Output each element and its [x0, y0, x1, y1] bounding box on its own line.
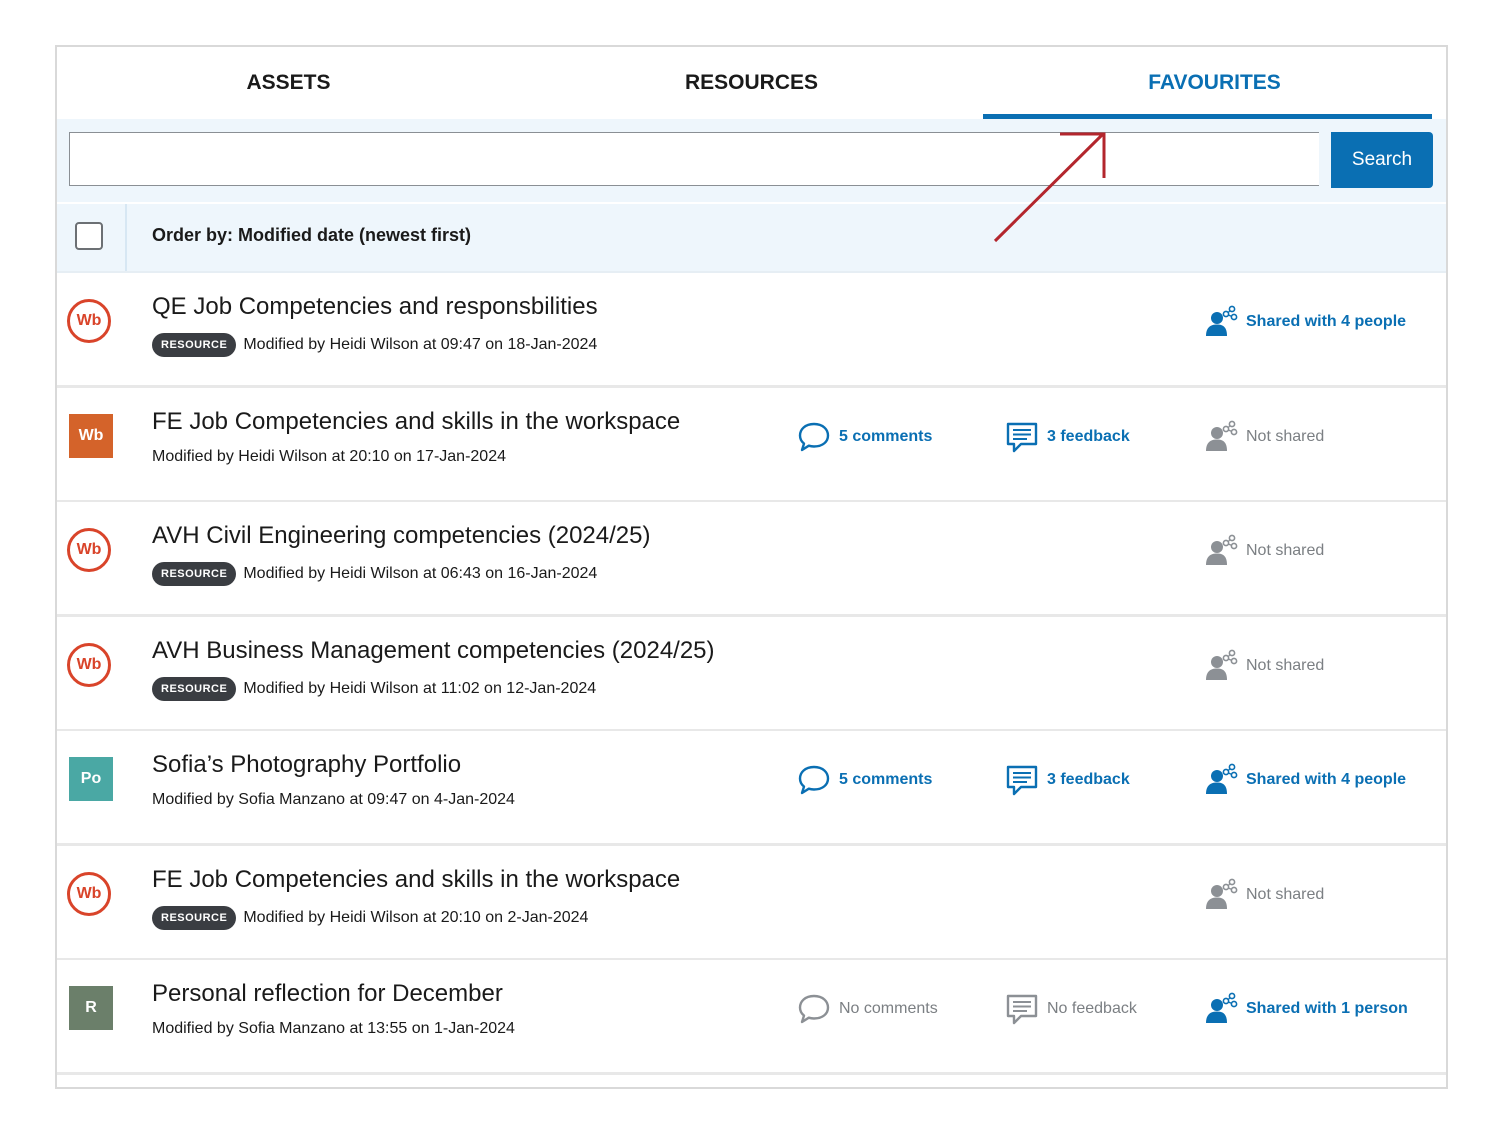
modified-text: Modified by Heidi Wilson at 06:43 on 16-… [243, 565, 598, 582]
item-title-link[interactable]: Sofia’s Photography Portfolio [152, 751, 461, 779]
divider [125, 204, 127, 271]
item-thumbnail: R [69, 986, 113, 1030]
feedback-icon [1006, 422, 1038, 452]
resource-badge: RESOURCE [152, 333, 237, 357]
item-title-link[interactable]: FE Job Competencies and skills in the wo… [152, 866, 680, 894]
item-thumbnail: Wb [67, 871, 111, 916]
share-status-link[interactable]: Not shared [1202, 534, 1324, 568]
list-item[interactable]: Wb QE Job Competencies and responsbilitie… [57, 273, 1446, 388]
order-by-label[interactable]: Order by: Modified date (newest first) [152, 225, 471, 246]
modified-text: Modified by Sofia Manzano at 09:47 on 4-… [152, 791, 515, 808]
share-status-label: Not shared [1246, 427, 1325, 445]
resource-badge: RESOURCE [152, 562, 237, 586]
tab-favourites[interactable]: FAVOURITES [983, 47, 1446, 119]
list-item[interactable]: Wb FE Job Competencies and skills in the … [57, 387, 1446, 503]
share-status-icon [1206, 534, 1238, 565]
select-all-checkbox[interactable] [75, 222, 103, 250]
tab-bar: ASSETS RESOURCES FAVOURITES [57, 47, 1446, 119]
feedback-link[interactable]: 3 feedback [1005, 763, 1130, 797]
comments-icon [798, 994, 830, 1024]
item-meta: Modified by Sofia Manzano at 13:55 on 1-… [152, 1020, 515, 1038]
share-status-link[interactable]: Not shared [1202, 649, 1324, 683]
item-thumbnail: Wb [67, 528, 111, 572]
share-status-icon [1206, 305, 1238, 336]
comments-link[interactable]: No comments [797, 992, 938, 1026]
share-status-label: Shared with 4 people [1246, 313, 1407, 330]
resource-badge: RESOURCE [152, 676, 237, 701]
share-status-link[interactable]: Not shared [1202, 878, 1324, 912]
share-status-link[interactable]: Shared with 4 people [1202, 763, 1406, 797]
feedback-icon [1006, 765, 1038, 796]
resource-badge: RESOURCE [152, 905, 237, 930]
item-thumbnail: Po [69, 757, 113, 801]
comments-label: 5 comments [839, 771, 933, 788]
feedback-label: 3 feedback [1047, 771, 1130, 788]
item-meta: RESOURCE Modified by Heidi Wilson at 20:1… [152, 905, 589, 930]
share-status-label: Not shared [1246, 656, 1325, 674]
item-title-link[interactable]: QE Job Competencies and responsbilities [152, 293, 598, 321]
share-status-label: Shared with 4 people [1246, 771, 1407, 788]
item-title-link[interactable]: FE Job Competencies and skills in the wo… [152, 408, 680, 436]
share-status-icon [1206, 992, 1238, 1023]
item-thumbnail: Wb [69, 413, 113, 458]
item-meta: RESOURCE Modified by Heidi Wilson at 11:0… [152, 676, 597, 701]
order-row: Order by: Modified date (newest first) [57, 204, 1446, 273]
item-meta: RESOURCE Modified by Heidi Wilson at 09:4… [152, 333, 597, 357]
share-status-label: Not shared [1246, 885, 1325, 903]
tab-assets[interactable]: ASSETS [57, 47, 520, 119]
share-status-icon [1206, 649, 1238, 680]
item-thumbnail: Wb [67, 642, 111, 687]
comments-icon [798, 765, 830, 795]
search-input[interactable] [69, 132, 1319, 186]
feedback-link[interactable]: No feedback [1005, 992, 1137, 1026]
list-item[interactable]: Wb FE Job Competencies and skills in the … [57, 845, 1446, 961]
item-thumbnail: Wb [67, 299, 111, 343]
item-title-link[interactable]: Personal reflection for December [152, 980, 503, 1008]
comments-icon [798, 422, 830, 451]
modified-text: Modified by Sofia Manzano at 13:55 on 1-… [152, 1020, 515, 1037]
modified-text: Modified by Heidi Wilson at 20:10 on 17-… [152, 447, 506, 465]
favourites-panel: ASSETS RESOURCES FAVOURITES Search Order… [55, 45, 1448, 1089]
share-status-icon [1206, 878, 1238, 909]
modified-text: Modified by Heidi Wilson at 20:10 on 2-J… [243, 908, 589, 926]
list-item[interactable]: Wb AVH Business Management competencies (… [57, 616, 1446, 732]
search-button[interactable]: Search [1331, 132, 1433, 188]
share-status-label: Not shared [1246, 542, 1325, 559]
modified-text: Modified by Heidi Wilson at 11:02 on 12-… [243, 679, 597, 697]
list-item[interactable]: Wb AVH Civil Engineering competencies (20… [57, 502, 1446, 617]
comments-label: No comments [839, 1000, 938, 1017]
item-title-link[interactable]: AVH Business Management competencies (20… [152, 637, 715, 665]
share-status-icon [1206, 420, 1238, 451]
share-status-label: Shared with 1 person [1246, 1000, 1408, 1017]
tab-resources[interactable]: RESOURCES [520, 47, 983, 119]
share-status-link[interactable]: Not shared [1202, 420, 1324, 454]
share-status-link[interactable]: Shared with 1 person [1202, 992, 1408, 1026]
item-meta: RESOURCE Modified by Heidi Wilson at 06:4… [152, 562, 597, 586]
share-status-link[interactable]: Shared with 4 people [1202, 305, 1406, 339]
feedback-link[interactable]: 3 feedback [1005, 420, 1130, 454]
feedback-label: No feedback [1047, 1000, 1137, 1017]
item-meta: Modified by Sofia Manzano at 09:47 on 4-… [152, 791, 515, 809]
item-meta: Modified by Heidi Wilson at 20:10 on 17-… [152, 448, 506, 466]
search-bar: Search [57, 119, 1446, 202]
feedback-icon [1006, 994, 1038, 1025]
list-item[interactable]: Po Sofia’s Photography Portfolio Modified … [57, 731, 1446, 846]
comments-link[interactable]: 5 comments [797, 420, 932, 454]
comments-link[interactable]: 5 comments [797, 763, 932, 797]
share-status-icon [1206, 763, 1238, 794]
feedback-label: 3 feedback [1047, 427, 1130, 445]
list-item[interactable]: R Personal reflection for December Modifie… [57, 960, 1446, 1075]
item-title-link[interactable]: AVH Civil Engineering competencies (2024… [152, 522, 650, 550]
comments-label: 5 comments [839, 427, 933, 445]
modified-text: Modified by Heidi Wilson at 09:47 on 18-… [243, 336, 598, 353]
